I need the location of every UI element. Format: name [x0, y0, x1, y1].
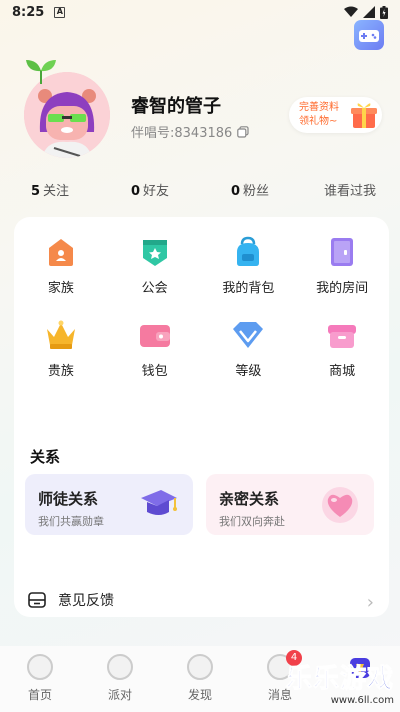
uid-text: 伴唱号:8343186: [131, 126, 233, 141]
stat-following[interactable]: 5 关注: [0, 180, 100, 199]
tab-label: 派对: [107, 688, 132, 702]
feedback-row[interactable]: 意见反馈: [28, 590, 114, 610]
stat-label: 关注: [43, 184, 70, 199]
stat-fans[interactable]: 0 粉丝: [200, 180, 300, 199]
tab-label: 首页: [27, 688, 52, 702]
home-icon: [27, 654, 53, 680]
social-stats: 5 关注 0 好友 0 粉丝 谁看过我: [0, 180, 400, 199]
grid-item-family[interactable]: 家族: [14, 235, 108, 296]
status-bar: 8:25 A: [0, 0, 400, 24]
watermark: 乐乐游戏 www.6ll.com: [285, 658, 394, 707]
status-time: 8:25: [12, 4, 45, 20]
graduation-cap-icon: [141, 490, 177, 515]
shop-icon: [325, 318, 359, 352]
notification-a-icon: A: [54, 6, 66, 18]
grid-label: 等级: [235, 364, 262, 379]
family-icon: [44, 235, 78, 269]
crown-icon: [44, 318, 78, 352]
grid-item-level[interactable]: 等级: [202, 318, 296, 379]
grid-item-guild[interactable]: 公会: [108, 235, 202, 296]
grid-label: 公会: [141, 281, 168, 296]
battery-icon: [380, 5, 388, 19]
avatar[interactable]: [24, 58, 114, 168]
feedback-label: 意见反馈: [58, 593, 114, 609]
watermark-url: www.6ll.com: [330, 695, 394, 706]
grid-label: 贵族: [47, 364, 74, 379]
uid-row: 伴唱号:8343186: [131, 122, 249, 141]
stat-label: 粉丝: [243, 184, 270, 199]
party-icon: [107, 654, 133, 680]
stat-count: 0: [130, 184, 141, 199]
stat-label: 好友: [143, 184, 170, 199]
game-center-icon[interactable]: [354, 20, 384, 50]
grid-item-room[interactable]: 我的房间: [295, 235, 389, 296]
grid-item-wallet[interactable]: 钱包: [108, 318, 202, 379]
relations-title: 关系: [30, 448, 61, 466]
grid-item-backpack[interactable]: 我的背包: [202, 235, 296, 296]
tab-home[interactable]: 首页: [0, 646, 80, 712]
stat-label: 谁看过我: [323, 184, 376, 199]
features-grid: 家族 公会 我的背包 我的房间 贵族 钱包 等级 商城: [14, 235, 389, 379]
room-icon: [325, 235, 359, 269]
grid-item-nobility[interactable]: 贵族: [14, 318, 108, 379]
wallet-icon: [138, 318, 172, 352]
discover-icon: [187, 654, 213, 680]
intimate-relation-card[interactable]: 亲密关系 我们双向奔赴: [206, 474, 374, 535]
gift-box-icon: [351, 103, 377, 128]
tab-discover[interactable]: 发现: [160, 646, 240, 712]
complete-profile-gift-button[interactable]: 完善资料 领礼物~: [289, 97, 382, 133]
grid-label: 我的背包: [222, 281, 275, 296]
chevron-right-icon: ›: [366, 592, 374, 613]
stat-count: 5: [30, 184, 41, 199]
stat-count: 0: [230, 184, 241, 199]
features-card: 家族 公会 我的背包 我的房间 贵族 钱包 等级 商城: [14, 217, 389, 617]
backpack-icon: [231, 235, 265, 269]
grid-item-shop[interactable]: 商城: [295, 318, 389, 379]
copy-icon[interactable]: [237, 125, 249, 138]
stat-visitors[interactable]: 谁看过我: [300, 180, 400, 199]
avatar-image: [24, 72, 110, 158]
grid-label: 钱包: [141, 364, 168, 379]
sprout-icon: [26, 60, 56, 84]
grid-label: 我的房间: [316, 281, 369, 296]
mentor-relation-card[interactable]: 师徒关系 我们共赢勋章: [25, 474, 193, 535]
diamond-icon: [231, 318, 265, 352]
gift-text: 完善资料 领礼物~: [299, 101, 339, 129]
feedback-icon: [28, 592, 46, 608]
wifi-icon: [344, 6, 358, 17]
guild-icon: [138, 235, 172, 269]
gift-text-line2: 领礼物~: [299, 116, 338, 127]
watermark-text: 乐乐游戏: [285, 664, 394, 695]
heart-icon: [322, 487, 358, 523]
grid-label: 商城: [329, 364, 356, 379]
tab-label: 发现: [187, 688, 212, 702]
status-icons: [344, 5, 388, 19]
cellular-icon: [363, 6, 375, 18]
stat-friends[interactable]: 0 好友: [100, 180, 200, 199]
nickname: 睿智的管子: [131, 96, 221, 117]
gift-text-line1: 完善资料: [299, 102, 339, 113]
grid-label: 家族: [47, 281, 74, 296]
tab-party[interactable]: 派对: [80, 646, 160, 712]
